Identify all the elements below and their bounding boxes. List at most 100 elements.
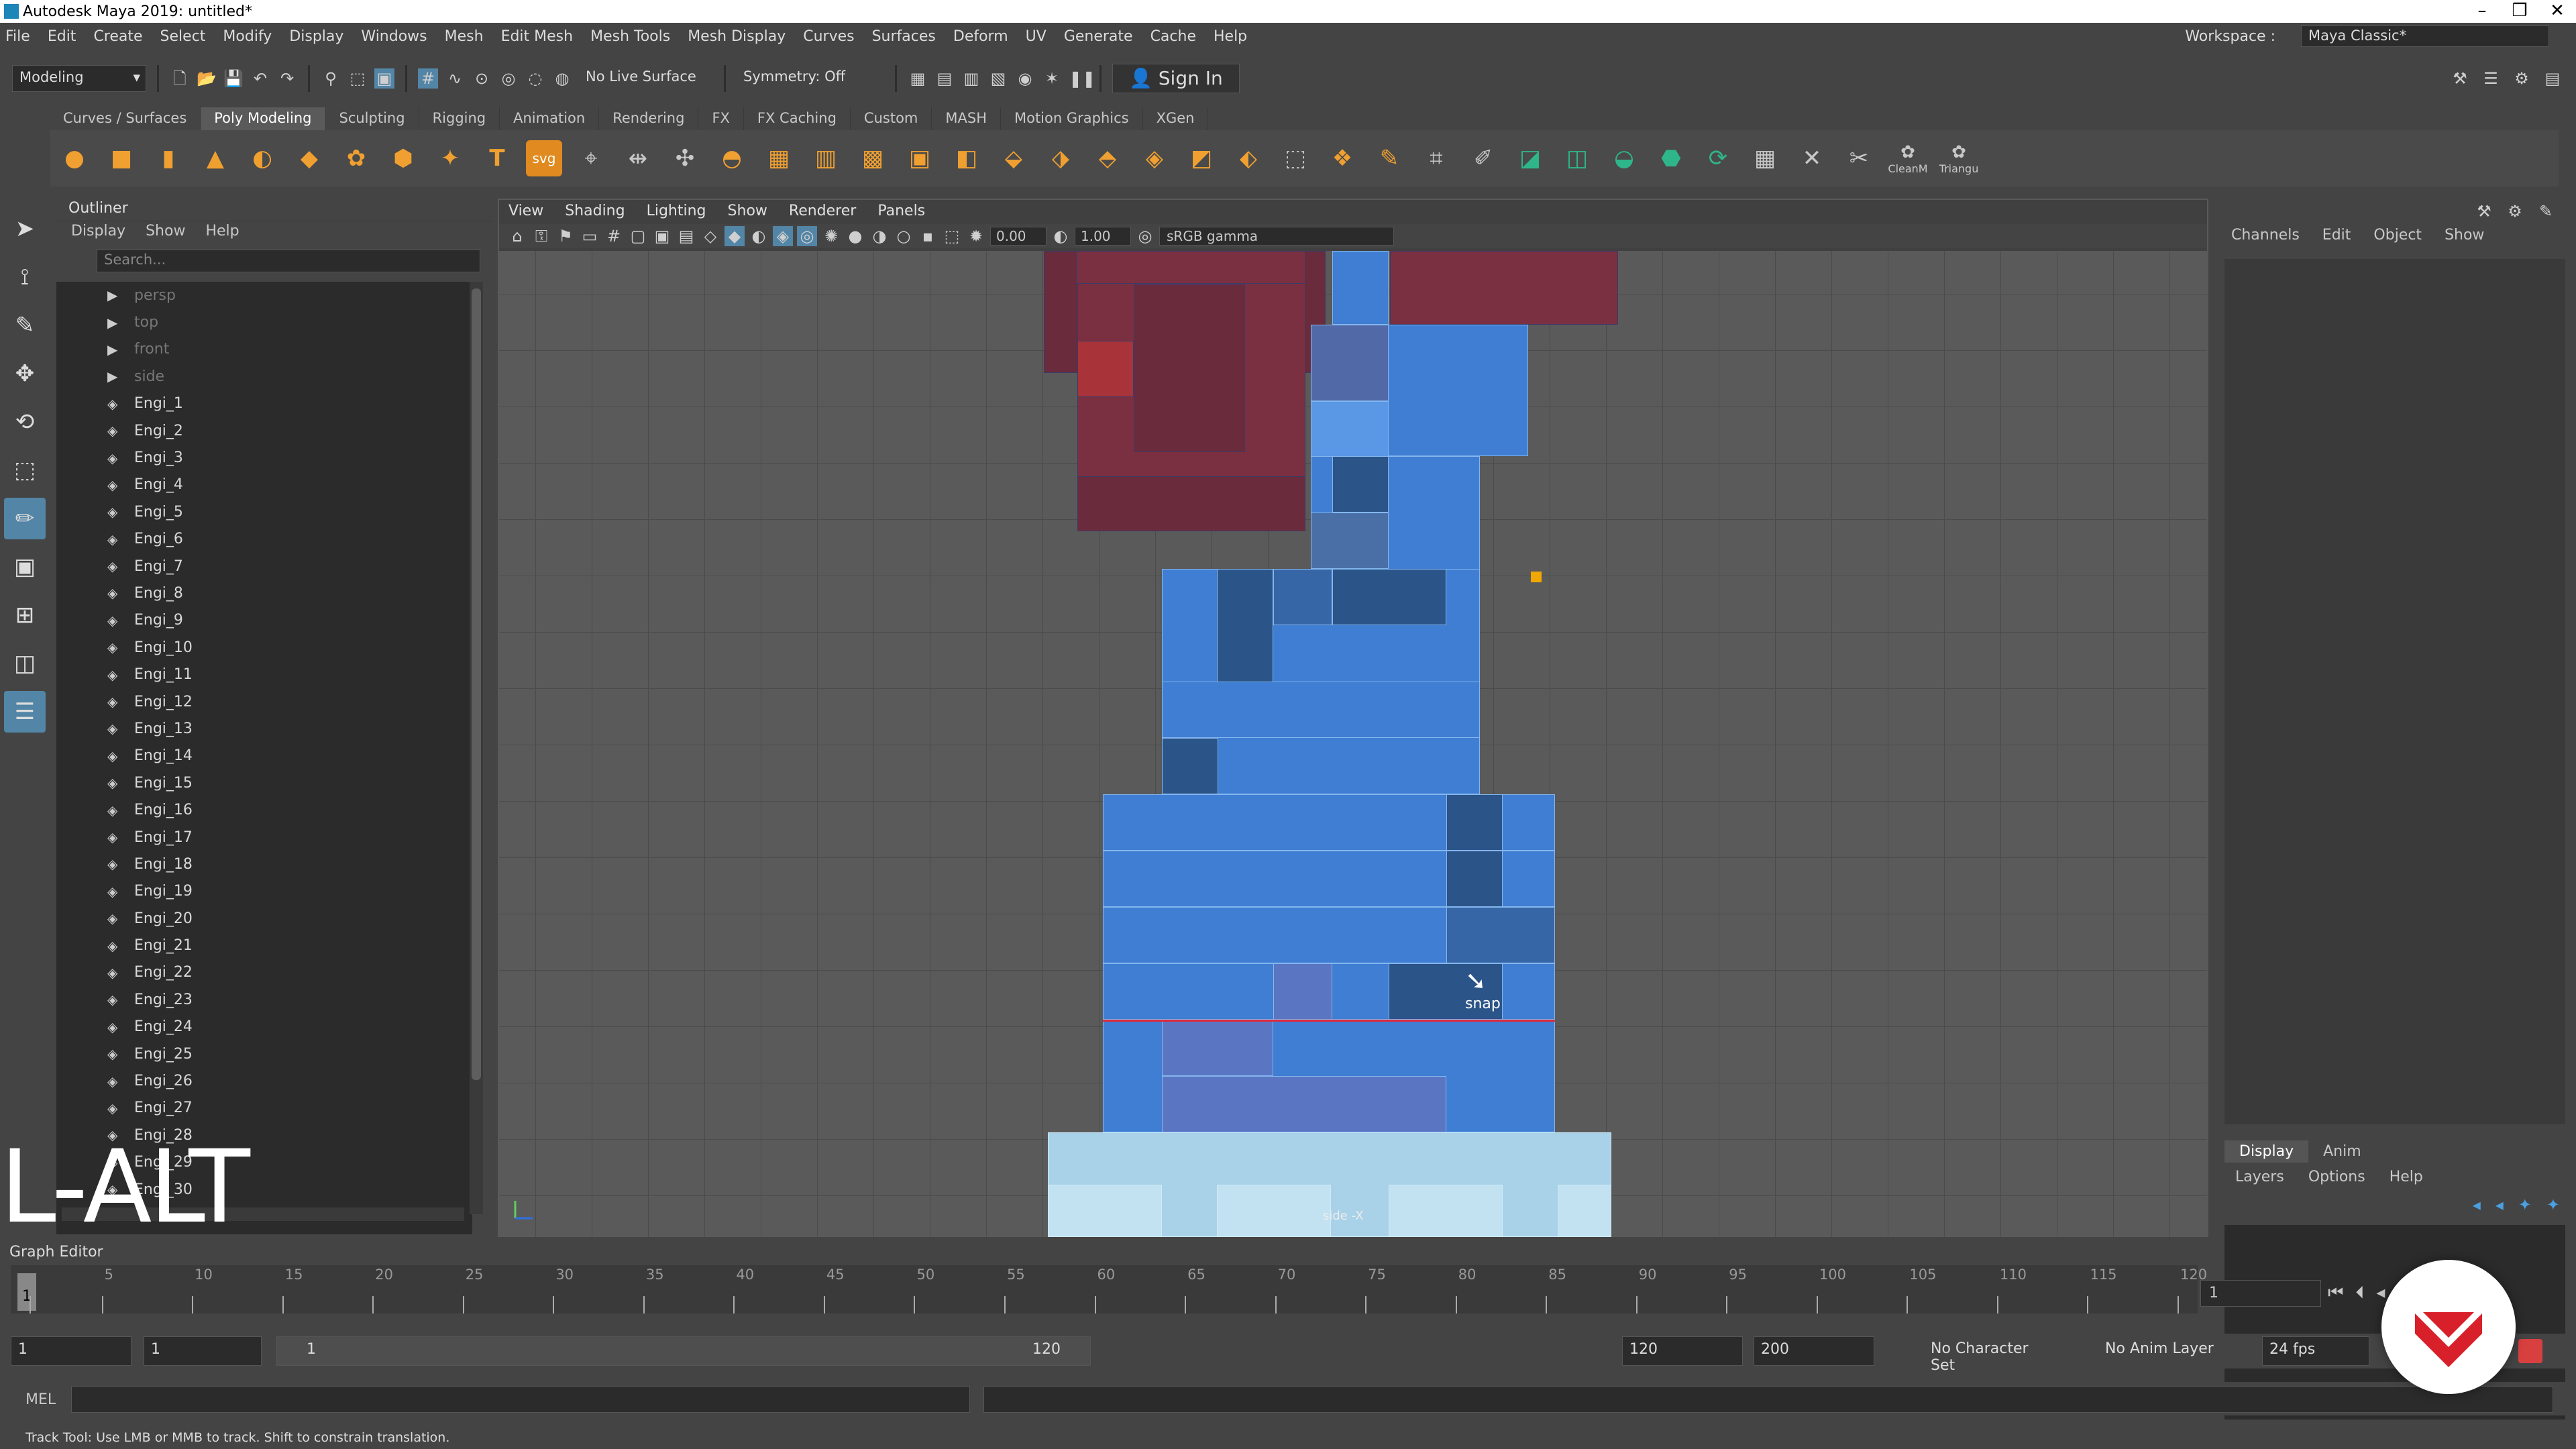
range-slider[interactable]: 1 120 xyxy=(276,1336,1091,1366)
list-item[interactable]: ◈ Engi_14 xyxy=(56,743,472,769)
svg-icon[interactable]: svg xyxy=(526,140,562,176)
camera-select-icon[interactable]: ⌂ xyxy=(507,226,527,246)
single-view-icon[interactable]: ▣ xyxy=(4,546,46,588)
go-to-start-icon[interactable]: ⏮ xyxy=(2328,1283,2343,1303)
default-lighting-icon[interactable]: ◐ xyxy=(749,226,769,246)
mesh-block[interactable] xyxy=(1162,738,1218,794)
four-view-icon[interactable]: ⊞ xyxy=(4,594,46,636)
mesh-block[interactable] xyxy=(1162,1020,1273,1076)
center-pivot-icon[interactable]: ✣ xyxy=(667,140,703,176)
isolate-select-icon[interactable]: ▪ xyxy=(918,226,938,246)
list-item[interactable]: ◈ Engi_22 xyxy=(56,959,472,986)
xray-icon[interactable]: ◎ xyxy=(797,226,817,246)
smooth-icon[interactable]: ▩ xyxy=(855,140,891,176)
offset-edge-icon[interactable]: ✐ xyxy=(1465,140,1501,176)
character-set-dropdown[interactable]: No Character Set xyxy=(1924,1336,2058,1374)
workspace-dropdown[interactable]: Maya Classic* xyxy=(2301,25,2549,47)
list-item[interactable]: ▶ top xyxy=(56,309,472,335)
redo-icon[interactable]: ↷ xyxy=(277,68,297,89)
layer-menu-help[interactable]: Help xyxy=(2390,1169,2423,1185)
attribute-editor-toggle-icon[interactable]: ⚙ xyxy=(2505,201,2525,221)
bounding-box-icon[interactable]: ⬚ xyxy=(1277,140,1313,176)
list-item[interactable]: ◈ Engi_15 xyxy=(56,769,472,796)
mesh-block[interactable] xyxy=(1077,476,1305,531)
shelf-tab-xgen[interactable]: XGen xyxy=(1143,107,1209,130)
extrude-icon[interactable]: ⬙ xyxy=(996,140,1032,176)
mesh-block[interactable] xyxy=(1134,284,1245,452)
shelf-tab-animation[interactable]: Animation xyxy=(500,107,600,130)
symmetry-dropdown[interactable]: Symmetry: Off xyxy=(737,65,884,92)
mirror-icon[interactable]: ⇹ xyxy=(620,140,656,176)
poly-sphere-icon[interactable]: ● xyxy=(56,140,93,176)
menu-mesh[interactable]: Mesh xyxy=(445,28,484,45)
list-item[interactable]: ◈ Engi_1 xyxy=(56,390,472,417)
bridge-icon[interactable]: ⬗ xyxy=(1042,140,1079,176)
paint-select-icon[interactable]: ✎ xyxy=(4,305,46,346)
last-tool-icon[interactable]: ✏ xyxy=(4,498,46,539)
menu-select[interactable]: Select xyxy=(160,28,206,45)
viewport-canvas[interactable]: ➘ snap side -X xyxy=(499,251,2207,1237)
list-item[interactable]: ◈ Engi_9 xyxy=(56,607,472,634)
list-item[interactable]: ◈ Engi_13 xyxy=(56,715,472,742)
uv-cylindrical-icon[interactable]: ◫ xyxy=(1559,140,1595,176)
wireframe-icon[interactable]: ◇ xyxy=(700,226,720,246)
camera-attributes-icon[interactable]: ⬚ xyxy=(942,226,962,246)
snap-curve-icon[interactable]: ∿ xyxy=(445,68,465,89)
combine-icon[interactable]: ◓ xyxy=(714,140,750,176)
ipr-render-icon[interactable]: ▥ xyxy=(961,68,981,89)
tool-settings-toggle-icon[interactable]: ✎ xyxy=(2536,201,2556,221)
start-time-field[interactable]: 1 xyxy=(11,1336,131,1366)
list-item[interactable]: ◈ Engi_10 xyxy=(56,634,472,661)
list-item[interactable]: ◈ Engi_8 xyxy=(56,580,472,606)
modeling-toolkit-icon[interactable]: ⚒ xyxy=(2450,68,2470,89)
time-slider[interactable]: 1 5 10 15 20 25 30 35 40 45 50 55 60 65 70 75 80 85 90 95 1… xyxy=(11,1265,2207,1313)
cleanup-icon[interactable]: ✿ CleanM xyxy=(1888,140,1928,176)
poly-disc-icon[interactable]: ✿ xyxy=(338,140,374,176)
mesh-block[interactable] xyxy=(1332,251,1389,325)
select-component-icon[interactable]: ▣ xyxy=(374,68,394,89)
mesh-block[interactable] xyxy=(1217,1185,1331,1237)
pivot-point[interactable] xyxy=(1531,572,1542,582)
close-icon[interactable]: ✕ xyxy=(2538,0,2576,23)
checker-icon[interactable]: ▦ xyxy=(1747,140,1783,176)
image-plane-icon[interactable]: ▭ xyxy=(580,226,600,246)
menu-surfaces[interactable]: Surfaces xyxy=(872,28,936,45)
shelf-tab-rendering[interactable]: Rendering xyxy=(599,107,699,130)
mesh-block[interactable] xyxy=(1048,1185,1162,1237)
mesh-block[interactable] xyxy=(1390,251,1618,325)
fps-dropdown[interactable]: 24 fps xyxy=(2262,1336,2369,1366)
scroll-thumb[interactable] xyxy=(472,288,481,1080)
channel-menu-show[interactable]: Show xyxy=(2445,227,2484,244)
menu-deform[interactable]: Deform xyxy=(953,28,1008,45)
menu-curves[interactable]: Curves xyxy=(803,28,854,45)
shelf-tab-curves-surfaces[interactable]: Curves / Surfaces xyxy=(50,107,201,130)
mesh-block[interactable] xyxy=(1076,251,1305,284)
restore-icon[interactable]: ❐ xyxy=(2501,0,2538,23)
poly-plane-icon[interactable]: ◆ xyxy=(291,140,327,176)
outliner-menu-display[interactable]: Display xyxy=(71,223,125,243)
list-item[interactable]: ◈ Engi_27 xyxy=(56,1095,472,1122)
uv-automatic-icon[interactable]: ⬣ xyxy=(1653,140,1689,176)
list-item[interactable]: ▶ front xyxy=(56,336,472,363)
render-frame-icon[interactable]: ▤ xyxy=(934,68,955,89)
bookmark-icon[interactable]: ⚑ xyxy=(555,226,576,246)
list-item[interactable]: ◈ Engi_3 xyxy=(56,444,472,471)
platonic-solid-icon[interactable]: ⬢ xyxy=(385,140,421,176)
outliner-menu-help[interactable]: Help xyxy=(205,223,239,243)
multi-cut-icon[interactable]: ✎ xyxy=(1371,140,1407,176)
hypershade-icon[interactable]: ◉ xyxy=(1015,68,1035,89)
current-time-indicator[interactable]: 1 xyxy=(17,1273,36,1311)
list-item[interactable]: ◈ Engi_7 xyxy=(56,553,472,580)
resolution-gate-icon[interactable]: ▣ xyxy=(652,226,672,246)
live-surface-icon[interactable]: ◍ xyxy=(552,68,572,89)
mesh-block[interactable] xyxy=(1273,963,1332,1020)
attribute-editor-icon[interactable]: ☰ xyxy=(2481,68,2501,89)
channel-menu-edit[interactable]: Edit xyxy=(2322,227,2351,244)
list-item[interactable]: ◈ Engi_20 xyxy=(56,905,472,932)
graph-editor-label[interactable]: Graph Editor xyxy=(0,1241,2576,1261)
layer-menu-options[interactable]: Options xyxy=(2308,1169,2365,1185)
list-item[interactable]: ◈ Engi_2 xyxy=(56,417,472,444)
list-item[interactable]: ◈ Engi_24 xyxy=(56,1014,472,1040)
menu-windows[interactable]: Windows xyxy=(361,28,427,45)
mesh-block[interactable] xyxy=(1162,682,1480,738)
